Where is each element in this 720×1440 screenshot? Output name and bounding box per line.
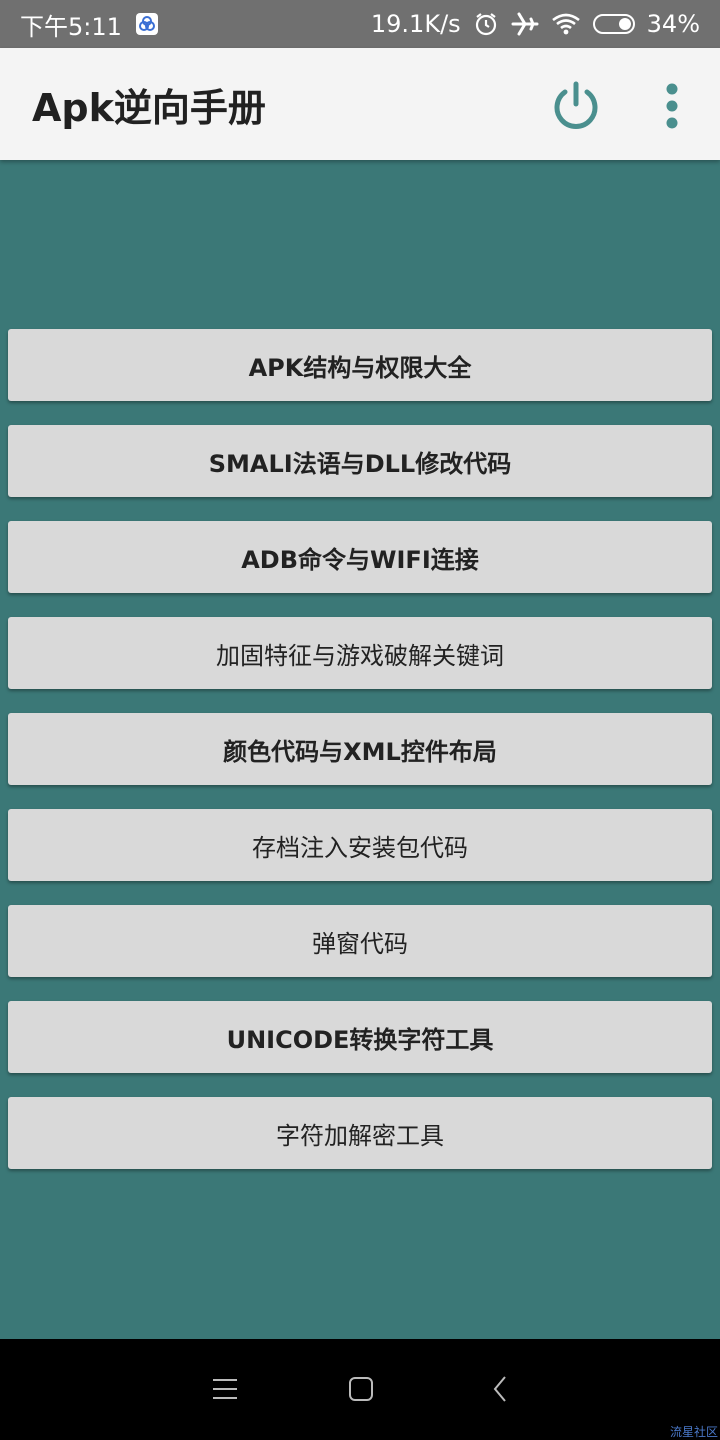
adb-wifi-button[interactable]: ADB命令与WIFI连接	[8, 521, 712, 593]
screen: 下午5:11 19.1K/s 34% Apk逆向手册 APK结构与权限大全 SM…	[0, 0, 720, 1440]
save-injection-button[interactable]: 存档注入安装包代码	[8, 809, 712, 881]
status-time: 下午5:11	[20, 12, 122, 41]
smali-dll-button[interactable]: SMALI法语与DLL修改代码	[8, 425, 712, 497]
overflow-menu-button[interactable]	[654, 78, 690, 134]
app-toolbar: Apk逆向手册	[0, 48, 720, 160]
hardening-keywords-button[interactable]: 加固特征与游戏破解关键词	[8, 617, 712, 689]
navigation-bar: 流星社区	[0, 1339, 720, 1440]
menu-list: APK结构与权限大全 SMALI法语与DLL修改代码 ADB命令与WIFI连接 …	[8, 329, 712, 1193]
battery-icon	[592, 14, 635, 34]
menu-icon[interactable]	[205, 1369, 245, 1409]
back-icon[interactable]	[480, 1369, 520, 1409]
status-bar: 下午5:11 19.1K/s 34%	[0, 0, 720, 48]
airplane-icon	[511, 11, 539, 37]
crypto-tool-button[interactable]: 字符加解密工具	[8, 1097, 712, 1169]
battery-percent: 34%	[646, 10, 700, 38]
app-title: Apk逆向手册	[32, 85, 266, 130]
battery-level-fill	[618, 18, 631, 30]
watermark: 流星社区	[669, 1425, 718, 1439]
wifi-icon	[551, 12, 581, 36]
power-icon	[554, 81, 598, 129]
apk-structure-button[interactable]: APK结构与权限大全	[8, 329, 712, 401]
app-notification-icon	[135, 13, 158, 35]
status-left: 下午5:11	[20, 7, 158, 42]
power-button[interactable]	[548, 78, 604, 134]
color-xml-button[interactable]: 颜色代码与XML控件布局	[8, 713, 712, 785]
net-speed: 19.1K/s	[370, 10, 461, 38]
unicode-tool-button[interactable]: UNICODE转换字符工具	[8, 1001, 712, 1073]
more-vert-icon	[666, 83, 678, 129]
home-icon[interactable]	[341, 1369, 381, 1409]
alarm-icon	[473, 11, 499, 37]
popup-code-button[interactable]: 弹窗代码	[8, 905, 712, 977]
status-right: 19.1K/s 34%	[371, 10, 700, 38]
